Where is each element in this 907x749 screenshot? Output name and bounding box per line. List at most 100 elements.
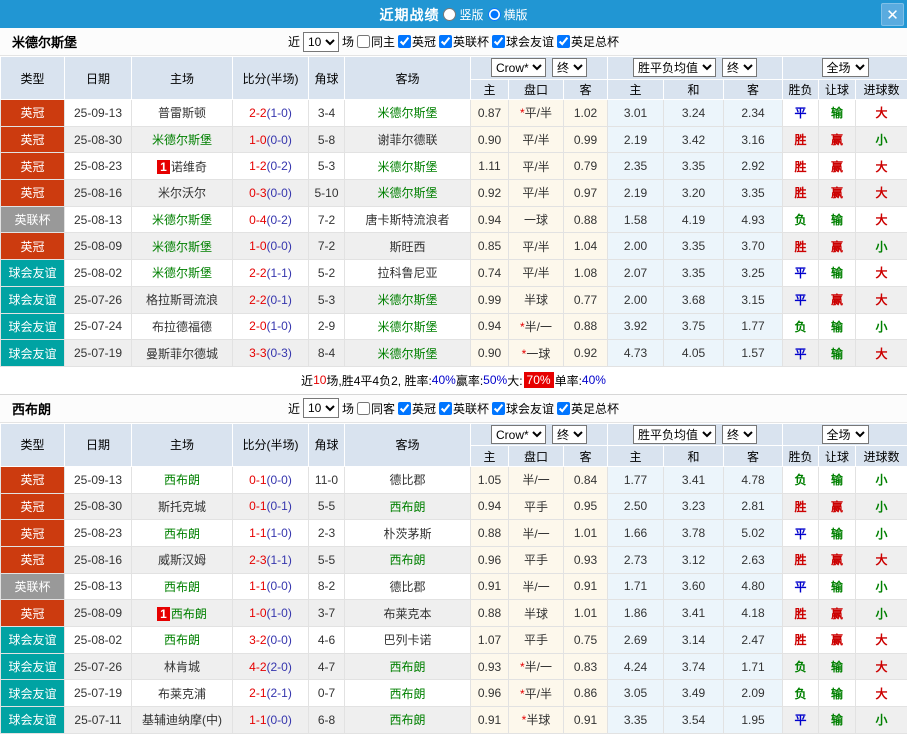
fullmatch-select[interactable]: 全场 [821,58,869,78]
results-table-team2: 类型 日期 主场 比分(半场) 角球 客场 Crow* 终 胜平负均值 终 全场 [0,422,907,734]
result-wdl: 平 [782,285,820,314]
table-row: 英冠 25-08-09 1 西布朗 1-0(1-0) 3-7 布莱克本 0.88 … [0,599,907,627]
bookmaker-select[interactable]: Crow* [491,425,546,445]
corner-score: 3-7 [308,599,345,627]
panel-title: 近期战绩 [379,6,440,23]
layout-radio-horizontal[interactable]: 横版 [487,6,528,23]
col-odds-line: 盘口 [508,445,564,467]
col-corner: 角球 [308,56,345,100]
league-checkbox[interactable]: 英足总杯 [557,33,619,50]
same-venue-checkbox[interactable]: 同客 [356,400,395,417]
league-checkbox[interactable]: 英冠 [397,400,436,417]
league-input[interactable] [439,401,452,415]
bookmaker-select[interactable]: Crow* [491,58,546,78]
match-type-badge: 球会友谊 [0,679,65,708]
match-type-badge: 英冠 [0,125,65,154]
away-team: 西布朗 [344,652,471,681]
match-type-badge: 英冠 [0,232,65,261]
home-team: 米德尔斯堡 [131,205,233,234]
mean-select[interactable]: 胜平负均值 [633,425,717,445]
result-handicap: 输 [818,259,857,287]
mean-away: 4.78 [723,465,784,494]
table-row: 英冠 25-08-09 米德尔斯堡 1-0(0-0) 7-2 斯旺西 0.85 … [0,232,907,261]
league-checkbox[interactable]: 球会友谊 [492,33,554,50]
layout-radio-vertical[interactable]: 竖版 [443,6,484,23]
match-type-badge: 英冠 [0,152,65,181]
odds-home: 0.85 [470,232,509,261]
odds-line: *一球 [508,339,564,367]
league-checkbox[interactable]: 英联杯 [439,400,489,417]
league-input[interactable] [439,35,452,48]
mean-home: 2.73 [607,545,665,574]
table-row: 球会友谊 25-07-24 布拉德福德 2-0(1-0) 2-9 米德尔斯堡 0… [0,312,907,341]
mean-draw: 3.35 [663,152,725,181]
odds-home: 0.74 [470,259,509,287]
match-date: 25-08-13 [64,205,132,234]
result-goals: 大 [855,285,907,314]
result-goals: 小 [855,599,907,627]
mean-away: 3.70 [723,232,784,261]
near-count-select[interactable]: 10 [302,31,339,52]
home-team: 西布朗 [131,519,233,547]
home-team: 西布朗 [131,626,233,654]
result-wdl: 平 [782,99,820,127]
odds-away: 1.02 [562,99,609,127]
result-wdl: 平 [782,706,820,734]
final-odds-select[interactable]: 终 [552,58,587,78]
odds-home: 0.93 [470,652,509,681]
league-input[interactable] [397,401,411,415]
odds-home: 0.90 [470,125,509,154]
corner-score: 5-3 [308,152,345,181]
mean-home: 4.73 [607,339,665,367]
final-mean-select[interactable]: 终 [722,425,758,445]
corner-score: 3-4 [308,99,345,127]
odds-home: 1.11 [470,152,509,181]
league-input[interactable] [492,35,506,48]
match-date: 25-08-16 [64,179,132,207]
same-venue-checkbox[interactable]: 同主 [356,33,395,50]
odds-line: 一球 [508,205,564,234]
league-checkbox[interactable]: 英冠 [397,33,436,50]
horizontal-radio[interactable] [487,8,501,21]
near-count-select[interactable]: 10 [302,398,339,419]
table-row: 英联杯 25-08-13 米德尔斯堡 0-4(0-2) 7-2 唐卡斯特流浪者 … [0,205,907,234]
match-date: 25-08-23 [64,152,132,181]
match-date: 25-08-30 [64,492,132,521]
summary-row-team1: 近 10 场,胜4平4负2, 胜率: 40% 赢率: 50% 大: 70% 单率: 40% [0,366,907,395]
league-input[interactable] [557,35,571,48]
league-checkbox[interactable]: 英联杯 [439,33,489,50]
corner-score: 5-2 [308,259,345,287]
mean-draw: 3.14 [663,626,725,654]
match-type-badge: 英冠 [0,492,65,521]
mean-select[interactable]: 胜平负均值 [633,58,717,78]
match-score: 1-0(1-0) [232,599,309,627]
result-wdl: 平 [782,519,820,547]
vertical-radio[interactable] [443,8,457,21]
league-checkbox[interactable]: 英足总杯 [557,400,619,417]
mean-draw: 3.68 [663,285,725,314]
mean-home: 2.19 [607,179,665,207]
final-mean-select[interactable]: 终 [722,58,758,78]
odds-away: 0.86 [562,679,609,708]
result-goals: 大 [855,259,907,287]
fullmatch-select[interactable]: 全场 [821,425,869,445]
away-team: 唐卡斯特流浪者 [344,205,471,234]
home-team: 米德尔斯堡 [131,232,233,261]
league-input[interactable] [557,401,571,415]
league-input[interactable] [397,35,411,48]
same-venue-input[interactable] [356,35,370,48]
final-odds-select[interactable]: 终 [552,425,587,445]
table-row: 英冠 25-08-30 米德尔斯堡 1-0(0-0) 5-8 谢菲尔德联 0.9… [0,125,907,154]
close-button[interactable]: ✕ [881,3,904,26]
same-venue-input[interactable] [356,401,370,415]
mean-draw: 3.35 [663,259,725,287]
league-checkbox[interactable]: 球会友谊 [492,400,554,417]
table-row: 英冠 25-08-23 西布朗 1-1(1-0) 2-3 朴茨茅斯 0.88 半… [0,519,907,547]
league-input[interactable] [492,401,506,415]
mean-home: 3.01 [607,99,665,127]
match-score: 1-0(0-0) [232,125,309,154]
col-corner: 角球 [308,422,345,467]
match-score: 2-0(1-0) [232,312,309,341]
match-type-badge: 英冠 [0,99,65,127]
match-date: 25-07-26 [64,285,132,314]
